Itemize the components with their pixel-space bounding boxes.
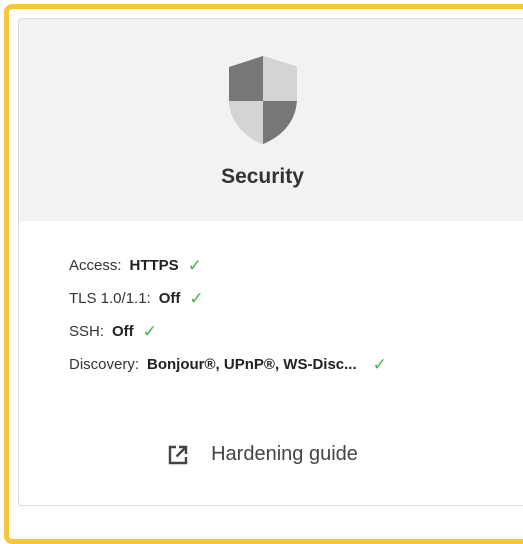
status-list: Access: HTTPS ✓ TLS 1.0/1.1: Off ✓ SSH: … (69, 249, 387, 381)
status-value: Off (112, 323, 134, 340)
card-header: Security (19, 19, 523, 221)
status-row-discovery: Discovery: Bonjour®, UPnP®, WS-Disc... ✓ (69, 348, 387, 381)
status-value: HTTPS (129, 257, 179, 274)
check-icon: ✓ (372, 355, 387, 374)
security-card[interactable]: Security Access: HTTPS ✓ TLS 1.0/1.1: Of… (18, 18, 523, 506)
check-icon: ✓ (187, 256, 202, 275)
status-key: Access: (69, 257, 122, 274)
check-icon: ✓ (142, 322, 157, 341)
status-key: Discovery: (69, 356, 140, 373)
status-row-ssh: SSH: Off ✓ (69, 315, 387, 348)
status-row-tls: TLS 1.0/1.1: Off ✓ (69, 282, 387, 315)
status-value: Bonjour®, UPnP®, WS-Disc... (147, 356, 357, 373)
shield-icon (229, 56, 297, 144)
hardening-guide-link[interactable]: Hardening guide (19, 443, 506, 466)
external-link-icon (168, 445, 188, 464)
status-key: SSH: (69, 323, 105, 340)
card-title: Security (221, 165, 304, 188)
status-row-access: Access: HTTPS ✓ (69, 249, 387, 282)
status-value: Off (158, 290, 181, 307)
status-key: TLS 1.0/1.1: (69, 290, 151, 307)
check-icon: ✓ (189, 289, 204, 308)
hardening-guide-label: Hardening guide (211, 443, 358, 465)
